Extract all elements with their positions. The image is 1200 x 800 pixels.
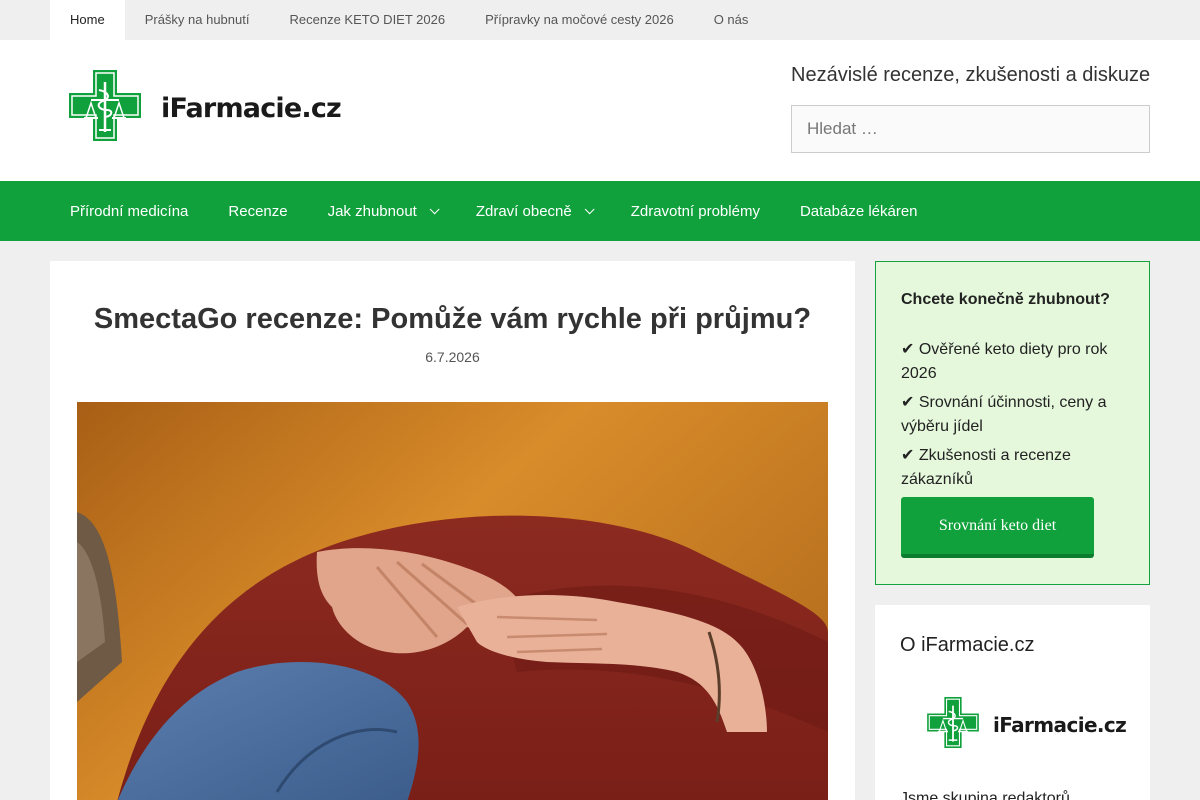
promo-benefit-item: ✔ Ověřené keto diety pro rok 2026 xyxy=(901,341,1108,382)
nav-label: Databáze lékáren xyxy=(799,202,918,220)
nav-recenze[interactable]: Recenze xyxy=(208,181,307,241)
chevron-down-icon xyxy=(429,203,440,214)
about-title: O iFarmacie.cz xyxy=(900,634,1035,656)
nav-prirodni-medicina[interactable]: Přírodní medicína xyxy=(50,181,208,241)
nav-label: Přírodní medicína xyxy=(70,202,189,220)
nav-label: Jak zhubnout xyxy=(327,202,417,220)
nav-zdravotni-problemy[interactable]: Zdravotní problémy xyxy=(611,181,780,241)
about-text: Jsme skupina redaktorů xyxy=(900,790,1070,800)
promo-benefit-item: ✔ Zkušenosti a recenze zákazníků xyxy=(901,447,1071,488)
pharmacy-cross-icon xyxy=(927,697,979,753)
nav-databaze-lekaren[interactable]: Databáze lékáren xyxy=(780,181,938,241)
article-hero-image xyxy=(77,402,828,800)
top-navigation: Home Prášky na hubnutí Recenze KETO DIET… xyxy=(50,0,768,40)
pharmacy-cross-icon xyxy=(69,70,141,146)
chevron-down-icon xyxy=(584,203,595,214)
nav-label: Recenze xyxy=(228,202,288,220)
article-title: SmectaGo recenze: Pomůže vám rychle při … xyxy=(93,303,812,335)
main-navigation: Přírodní medicína Recenze Jak zhubnout Z… xyxy=(0,181,1200,241)
top-nav-prasky-na-hubnuti[interactable]: Prášky na hubnutí xyxy=(125,0,270,40)
top-nav-o-nas[interactable]: O nás xyxy=(694,0,769,40)
nav-jak-zhubnout[interactable]: Jak zhubnout xyxy=(308,181,456,241)
top-bar: Home Prášky na hubnutí Recenze KETO DIET… xyxy=(0,0,1200,40)
search-input[interactable] xyxy=(791,105,1150,153)
promo-title: Chcete konečně zhubnout? xyxy=(901,291,1110,308)
keto-promo-widget: Chcete konečně zhubnout? ✔ Ověřené keto … xyxy=(875,261,1150,585)
logo-text: iFarmacie.cz xyxy=(161,92,342,124)
top-nav-recenze-keto[interactable]: Recenze KETO DIET 2026 xyxy=(269,0,465,40)
nav-zdravi-obecne[interactable]: Zdraví obecně xyxy=(456,181,611,241)
article: SmectaGo recenze: Pomůže vám rychle při … xyxy=(50,261,855,800)
nav-label: Zdravotní problémy xyxy=(630,202,760,220)
promo-benefit-item: ✔ Srovnání účinnosti, ceny a výběru jíde… xyxy=(901,394,1107,435)
about-widget: O iFarmacie.cz iFarmacie.cz Jsme skupina… xyxy=(875,605,1150,800)
site-logo[interactable]: iFarmacie.cz xyxy=(69,70,342,146)
site-header: iFarmacie.cz Nezávislé recenze, zkušenos… xyxy=(0,40,1200,181)
site-tagline: Nezávislé recenze, zkušenosti a diskuze xyxy=(791,64,1151,86)
about-logo: iFarmacie.cz xyxy=(927,697,1127,753)
nav-label: Zdraví obecně xyxy=(475,202,572,220)
about-logo-text: iFarmacie.cz xyxy=(993,713,1127,737)
keto-comparison-button[interactable]: Srovnání keto diet xyxy=(901,497,1094,558)
top-nav-home[interactable]: Home xyxy=(50,0,125,40)
top-nav-pripravky-mocove-cesty[interactable]: Přípravky na močové cesty 2026 xyxy=(465,0,694,40)
article-date: 6.7.2026 xyxy=(425,349,480,365)
